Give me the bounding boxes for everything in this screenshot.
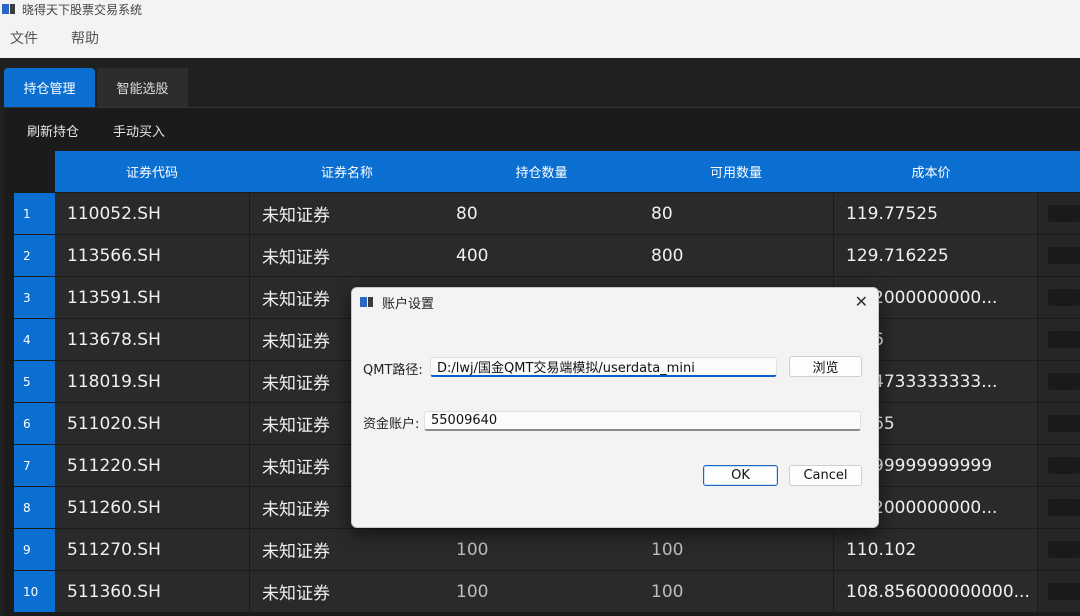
cell-partial[interactable] — [1038, 487, 1080, 528]
row-number[interactable]: 5 — [14, 361, 55, 402]
row-number[interactable]: 4 — [14, 319, 55, 360]
table-row[interactable]: 2 113566.SH 未知证券 400 800 129.716225 — [14, 235, 1080, 277]
cell-qty[interactable]: 100 — [444, 529, 639, 570]
cell-available[interactable]: 100 — [639, 529, 833, 570]
cell-bar — [1048, 583, 1080, 600]
cell-qty[interactable]: 100 — [444, 571, 639, 612]
menu-bar: 文件 帮助 — [0, 18, 1080, 58]
cell-bar — [1048, 373, 1080, 390]
cell-code[interactable]: 113678.SH — [55, 319, 249, 360]
close-icon[interactable]: ✕ — [855, 292, 868, 311]
row-number[interactable]: 1 — [14, 193, 55, 234]
cell-code[interactable]: 118019.SH — [55, 361, 249, 402]
cell-partial[interactable] — [1038, 277, 1080, 318]
dialog-title: 账户设置 — [382, 296, 435, 312]
title-bar: 晓得天下股票交易系统 — [0, 0, 1080, 18]
cell-name[interactable]: 未知证券 — [250, 235, 444, 276]
column-header-available[interactable]: 可用数量 — [639, 151, 833, 192]
cell-code[interactable]: 110052.SH — [55, 193, 249, 234]
cell-available[interactable]: 100 — [639, 571, 833, 612]
row-number[interactable]: 8 — [14, 487, 55, 528]
cell-partial[interactable] — [1038, 403, 1080, 444]
cell-bar — [1048, 457, 1080, 474]
cell-bar — [1048, 331, 1080, 348]
cell-code[interactable]: 113591.SH — [55, 277, 249, 318]
tab-bar: 持仓管理 智能选股 — [0, 66, 1080, 107]
row-number[interactable]: 10 — [14, 571, 55, 612]
cell-bar — [1048, 247, 1080, 264]
cell-partial[interactable] — [1038, 235, 1080, 276]
app-icon — [2, 3, 16, 15]
window-title: 晓得天下股票交易系统 — [22, 2, 143, 17]
refresh-positions-button[interactable]: 刷新持仓 — [27, 121, 79, 140]
account-label: 资金账户: — [363, 417, 420, 432]
cell-name[interactable]: 未知证券 — [250, 193, 444, 234]
table-row[interactable]: 1 110052.SH 未知证券 80 80 119.77525 — [14, 193, 1080, 235]
qmt-path-label: QMT路径: — [363, 363, 423, 378]
cell-code[interactable]: 511220.SH — [55, 445, 249, 486]
cell-cost[interactable]: 129.716225 — [834, 235, 1037, 276]
toolbar: 刷新持仓 手动买入 — [4, 108, 1080, 152]
cell-code[interactable]: 511020.SH — [55, 403, 249, 444]
table-row[interactable]: 10 511360.SH 未知证券 100 100 108.856000000000... — [14, 571, 1080, 613]
browse-button[interactable]: 浏览 — [789, 356, 862, 377]
cancel-button[interactable]: Cancel — [789, 465, 862, 486]
row-number[interactable]: 3 — [14, 277, 55, 318]
account-settings-dialog: 账户设置 ✕ QMT路径: D:/lwj/国金QMT交易端模拟/userdata… — [351, 287, 879, 528]
row-number[interactable]: 2 — [14, 235, 55, 276]
row-number[interactable]: 7 — [14, 445, 55, 486]
column-header-qty[interactable]: 持仓数量 — [444, 151, 639, 192]
cell-cost[interactable]: 108.856000000000... — [834, 571, 1037, 612]
cell-code[interactable]: 511270.SH — [55, 529, 249, 570]
cell-code[interactable]: 113566.SH — [55, 235, 249, 276]
tab-smart-picker[interactable]: 智能选股 — [97, 68, 188, 107]
menu-file[interactable]: 文件 — [10, 28, 38, 48]
cell-qty[interactable]: 80 — [444, 193, 639, 234]
account-input[interactable]: 55009640 — [424, 411, 861, 431]
cell-partial[interactable] — [1038, 445, 1080, 486]
cell-partial[interactable] — [1038, 319, 1080, 360]
cell-available[interactable]: 80 — [639, 193, 833, 234]
qmt-path-input[interactable]: D:/lwj/国金QMT交易端模拟/userdata_mini — [430, 357, 777, 377]
cell-partial[interactable] — [1038, 529, 1080, 570]
ok-button[interactable]: OK — [703, 465, 778, 486]
row-number[interactable]: 9 — [14, 529, 55, 570]
manual-buy-button[interactable]: 手动买入 — [113, 121, 165, 140]
cell-partial[interactable] — [1038, 571, 1080, 612]
row-number[interactable]: 6 — [14, 403, 55, 444]
cell-partial[interactable] — [1038, 361, 1080, 402]
cell-code[interactable]: 511260.SH — [55, 487, 249, 528]
cell-name[interactable]: 未知证券 — [250, 571, 444, 612]
cell-bar — [1048, 289, 1080, 306]
column-header-code[interactable]: 证券代码 — [55, 151, 249, 192]
table-corner[interactable] — [14, 151, 55, 192]
cell-cost[interactable]: 119.77525 — [834, 193, 1037, 234]
cell-code[interactable]: 511360.SH — [55, 571, 249, 612]
cell-available[interactable]: 800 — [639, 235, 833, 276]
cell-cost[interactable]: 110.102 — [834, 529, 1037, 570]
tab-positions[interactable]: 持仓管理 — [4, 68, 95, 107]
cell-partial[interactable] — [1038, 193, 1080, 234]
cell-bar — [1048, 415, 1080, 432]
cell-bar — [1048, 541, 1080, 558]
cell-bar — [1048, 205, 1080, 222]
table-row[interactable]: 9 511270.SH 未知证券 100 100 110.102 — [14, 529, 1080, 571]
cell-name[interactable]: 未知证券 — [250, 529, 444, 570]
cell-bar — [1048, 499, 1080, 516]
cell-qty[interactable]: 400 — [444, 235, 639, 276]
dialog-title-bar: 账户设置 ✕ — [352, 288, 878, 316]
menu-help[interactable]: 帮助 — [71, 28, 99, 48]
dialog-app-icon — [360, 296, 374, 308]
column-header-name[interactable]: 证券名称 — [250, 151, 444, 192]
column-header-cost[interactable]: 成本价 — [834, 151, 1028, 192]
table-header: 证券代码 证券名称 持仓数量 可用数量 成本价 — [14, 151, 1080, 192]
